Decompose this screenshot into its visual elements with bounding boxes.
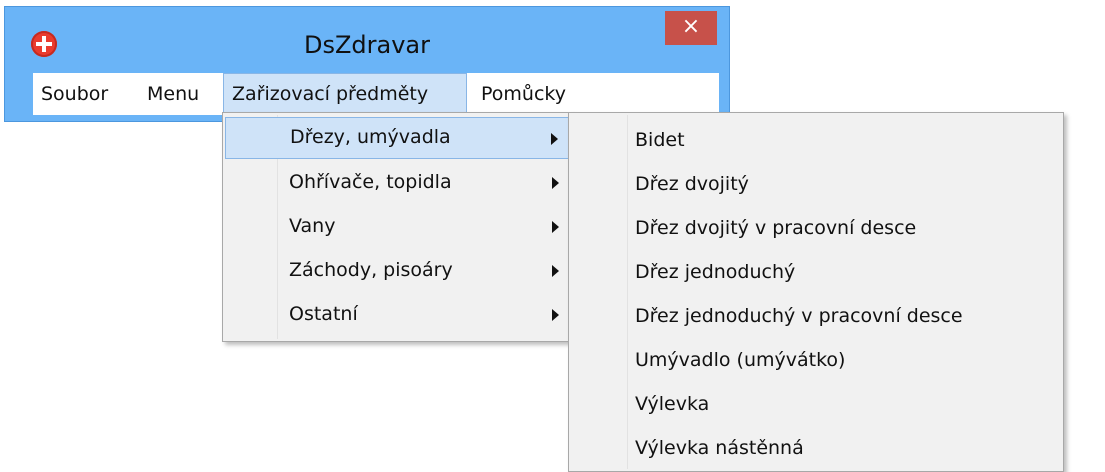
submenu-item-label: Bidet bbox=[635, 129, 685, 151]
app-window: DsZdravar × Soubor Menu Zařizovací předm… bbox=[4, 6, 730, 122]
window-title: DsZdravar bbox=[303, 31, 430, 59]
chevron-right-icon bbox=[552, 221, 559, 233]
dropdown-item-ohrivace-topidla[interactable]: Ohřívače, topidla bbox=[225, 161, 571, 203]
dropdown-item-ostatni[interactable]: Ostatní bbox=[225, 293, 571, 335]
screen: DsZdravar × Soubor Menu Zařizovací předm… bbox=[0, 0, 1105, 472]
chevron-right-icon bbox=[552, 177, 559, 189]
submenu-item-label: Dřez jednoduchý bbox=[635, 261, 796, 283]
dropdown-item-drezy-umyvadla[interactable]: Dřezy, umývadla bbox=[225, 117, 571, 159]
dropdown-item-vany[interactable]: Vany bbox=[225, 205, 571, 247]
close-button[interactable]: × bbox=[665, 11, 717, 45]
submenu-item-umyvadlo[interactable]: Umývadlo (umývátko) bbox=[571, 339, 1061, 381]
dropdown-item-label: Ostatní bbox=[289, 303, 358, 325]
submenu-item-label: Výlevka nástěnná bbox=[635, 437, 804, 459]
submenu-item-label: Výlevka bbox=[635, 393, 710, 415]
submenu-item-label: Dřez dvojitý v pracovní desce bbox=[635, 217, 917, 239]
submenu-drezy-umyvadla: Bidet Dřez dvojitý Dřez dvojitý v pracov… bbox=[568, 112, 1064, 472]
dropdown-item-label: Vany bbox=[289, 215, 336, 237]
submenu-item-drez-dvojity[interactable]: Dřez dvojitý bbox=[571, 163, 1061, 205]
chevron-right-icon bbox=[552, 309, 559, 321]
menu-bar: Soubor Menu Zařizovací předměty Pomůcky bbox=[33, 73, 719, 115]
submenu-item-drez-dvojity-v-pracovni-desce[interactable]: Dřez dvojitý v pracovní desce bbox=[571, 207, 1061, 249]
dropdown-zarizovaci-predmety: Dřezy, umývadla Ohřívače, topidla Vany Z… bbox=[222, 112, 574, 342]
chevron-right-icon bbox=[551, 133, 558, 145]
submenu-item-drez-jednoduchy-v-pracovni-desce[interactable]: Dřez jednoduchý v pracovní desce bbox=[571, 295, 1061, 337]
submenu-item-label: Umývadlo (umývátko) bbox=[635, 349, 846, 371]
submenu-item-vylevka-nastenna[interactable]: Výlevka nástěnná bbox=[571, 427, 1061, 469]
submenu-item-vylevka[interactable]: Výlevka bbox=[571, 383, 1061, 425]
menu-zarizovaci-predmety[interactable]: Zařizovací předměty bbox=[223, 73, 467, 115]
menu-pomucky[interactable]: Pomůcky bbox=[473, 73, 593, 115]
chevron-right-icon bbox=[552, 265, 559, 277]
dropdown-item-label: Ohřívače, topidla bbox=[289, 171, 452, 193]
dropdown-item-label: Dřezy, umývadla bbox=[290, 126, 451, 148]
menu-soubor[interactable]: Soubor bbox=[33, 73, 139, 115]
dropdown-item-label: Záchody, pisoáry bbox=[289, 259, 453, 281]
submenu-item-label: Dřez jednoduchý v pracovní desce bbox=[635, 305, 963, 327]
dropdown-item-zachody-pisoary[interactable]: Záchody, pisoáry bbox=[225, 249, 571, 291]
submenu-item-drez-jednoduchy[interactable]: Dřez jednoduchý bbox=[571, 251, 1061, 293]
submenu-item-label: Dřez dvojitý bbox=[635, 173, 749, 195]
app-cross-icon[interactable] bbox=[31, 31, 57, 57]
submenu-item-bidet[interactable]: Bidet bbox=[571, 119, 1061, 161]
menu-menu[interactable]: Menu bbox=[139, 73, 223, 115]
